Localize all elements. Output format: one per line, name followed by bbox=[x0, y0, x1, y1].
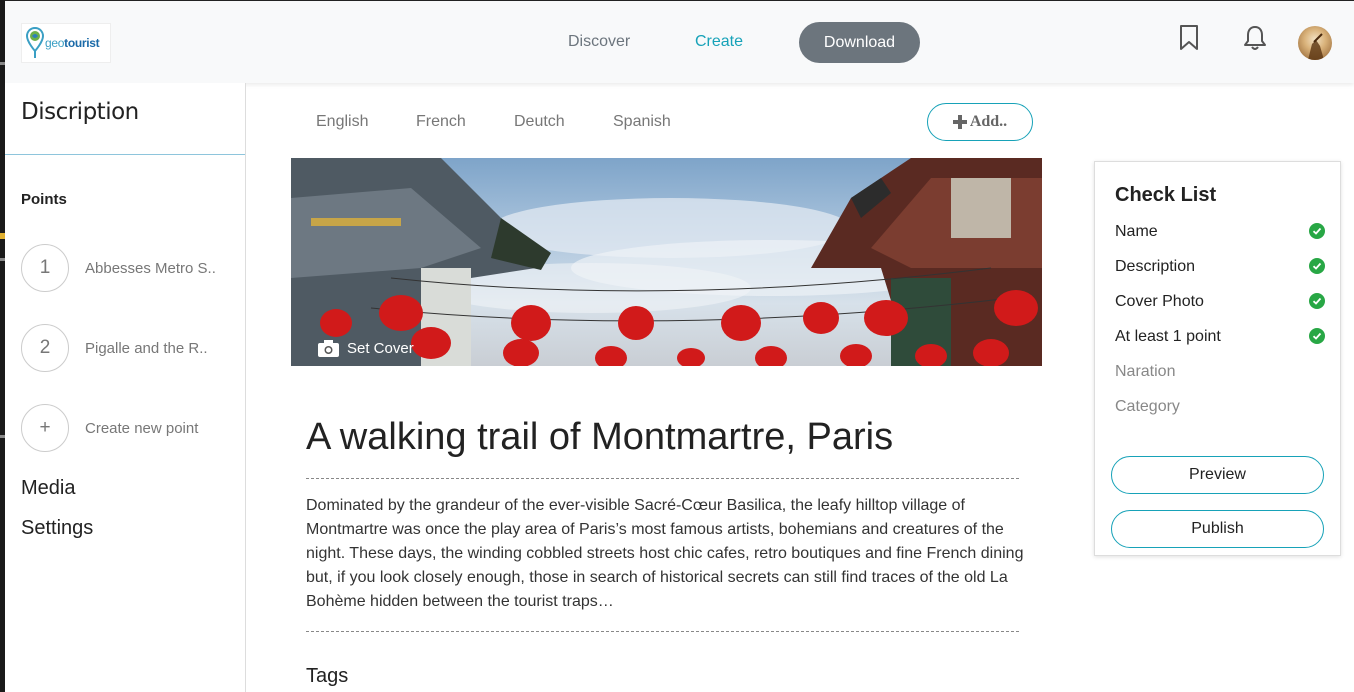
preview-button[interactable]: Preview bbox=[1111, 456, 1324, 494]
set-cover-button[interactable]: Set Cover bbox=[318, 340, 414, 357]
publish-button[interactable]: Publish bbox=[1111, 510, 1324, 548]
plus-icon bbox=[952, 115, 967, 129]
checklist-item-description: Description bbox=[1115, 258, 1325, 276]
top-navbar: geotourist Discover Create Download bbox=[5, 0, 1354, 83]
description-divider bbox=[306, 631, 1019, 632]
tab-french[interactable]: French bbox=[416, 113, 466, 131]
plus-icon: + bbox=[21, 404, 69, 452]
checklist-item-cover-photo: Cover Photo bbox=[1115, 293, 1325, 311]
check-circle-icon bbox=[1309, 293, 1325, 309]
check-circle-icon bbox=[1309, 223, 1325, 239]
map-pin-icon bbox=[26, 27, 44, 58]
create-new-point-button[interactable]: + Create new point bbox=[21, 404, 241, 452]
camera-icon bbox=[318, 340, 339, 357]
title-divider bbox=[306, 478, 1019, 479]
add-language-label: Add.. bbox=[969, 113, 1008, 130]
point-number-badge: 1 bbox=[21, 244, 69, 292]
app-page: geotourist Discover Create Download Disc… bbox=[0, 0, 1354, 692]
sidebar-divider bbox=[5, 154, 245, 155]
tab-spanish[interactable]: Spanish bbox=[613, 113, 671, 131]
nav-create-link[interactable]: Create bbox=[695, 33, 743, 51]
sidebar: Discription Points 1 Abbesses Metro S.. … bbox=[5, 83, 246, 692]
bell-icon[interactable] bbox=[1243, 25, 1267, 56]
trail-description[interactable]: Dominated by the grandeur of the ever-vi… bbox=[306, 494, 1026, 614]
download-button[interactable]: Download bbox=[799, 22, 920, 63]
geotourist-logo[interactable]: geotourist bbox=[21, 23, 111, 63]
checklist-item-naration: Naration bbox=[1115, 363, 1176, 380]
bookmark-icon[interactable] bbox=[1178, 25, 1200, 56]
check-circle-icon bbox=[1309, 328, 1325, 344]
point-number-badge: 2 bbox=[21, 324, 69, 372]
sidebar-section-description[interactable]: Discription bbox=[21, 99, 139, 125]
checklist-title: Check List bbox=[1115, 184, 1217, 206]
nav-discover-link[interactable]: Discover bbox=[568, 33, 630, 51]
checklist-item-category: Category bbox=[1115, 398, 1180, 415]
point-item-1[interactable]: 1 Abbesses Metro S.. bbox=[21, 244, 241, 292]
points-heading: Points bbox=[21, 191, 67, 208]
checklist-panel: Check List Name Description Cover Photo … bbox=[1094, 161, 1341, 556]
sidebar-item-media[interactable]: Media bbox=[21, 477, 75, 500]
create-point-label: Create new point bbox=[85, 420, 199, 437]
point-label: Pigalle and the R.. bbox=[85, 340, 208, 357]
checklist-item-points: At least 1 point bbox=[1115, 328, 1325, 346]
trail-title[interactable]: A walking trail of Montmartre, Paris bbox=[306, 416, 893, 459]
cover-photo[interactable] bbox=[291, 158, 1042, 366]
logo-text: geotourist bbox=[45, 36, 100, 50]
check-circle-icon bbox=[1309, 258, 1325, 274]
user-avatar[interactable] bbox=[1298, 26, 1332, 60]
point-item-2[interactable]: 2 Pigalle and the R.. bbox=[21, 324, 241, 372]
tab-english[interactable]: English bbox=[316, 113, 368, 131]
tab-deutch[interactable]: Deutch bbox=[514, 113, 565, 131]
tags-heading: Tags bbox=[306, 665, 349, 687]
set-cover-label: Set Cover bbox=[347, 340, 414, 357]
add-language-button[interactable]: Add.. bbox=[927, 103, 1033, 141]
point-label: Abbesses Metro S.. bbox=[85, 260, 216, 277]
sidebar-item-settings[interactable]: Settings bbox=[21, 517, 93, 540]
checklist-item-name: Name bbox=[1115, 223, 1325, 241]
